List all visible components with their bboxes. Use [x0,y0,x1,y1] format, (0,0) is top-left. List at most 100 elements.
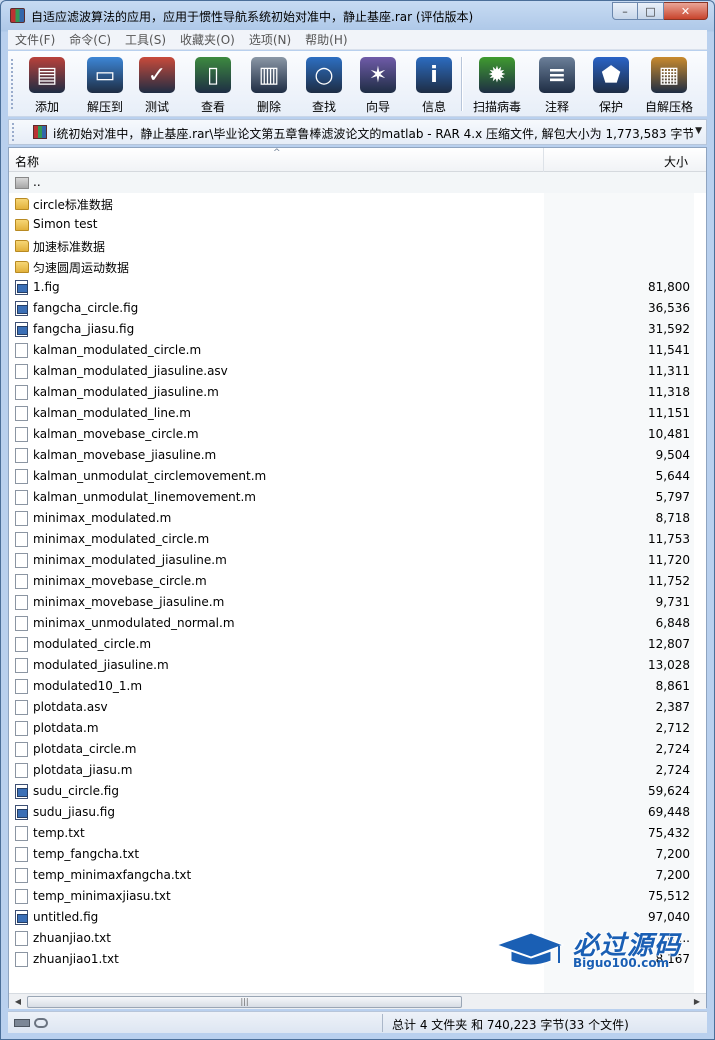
address-dropdown-icon[interactable]: ▼ [695,126,702,136]
file-name: kalman_modulated_line.m [33,406,191,420]
file-row[interactable]: plotdata_circle.m 2,724 [9,739,706,760]
book-view-icon: ▯ [195,57,231,93]
key-icon[interactable] [34,1018,48,1028]
file-row[interactable]: temp_minimaxfangcha.txt 7,200 [9,865,706,886]
file-size: 2,387 [655,700,690,714]
winrar-app-icon[interactable] [10,8,25,23]
minimize-button[interactable]: – [612,2,638,20]
close-button[interactable]: ✕ [664,2,708,20]
toolbar-button-1[interactable]: ▤ 添加 [18,55,76,114]
folder-row[interactable]: 匀速圆周运动数据 [9,256,706,277]
file-size: 5,644 [655,469,690,483]
toolbar-button-11[interactable]: ⬟ 保护 [582,55,640,114]
file-name: fangcha_jiasu.fig [33,322,135,336]
menu-favorites[interactable]: 收藏夹(O) [173,31,242,48]
file-row[interactable]: kalman_movebase_circle.m 10,481 [9,424,706,445]
toolbar-button-3[interactable]: ✓ 测试 [128,55,186,114]
file-row[interactable]: modulated_jiasuline.m 13,028 [9,655,706,676]
file-row[interactable]: kalman_unmodulat_linemovement.m 5,797 [9,487,706,508]
file-row[interactable]: plotdata.m 2,712 [9,718,706,739]
toolbar-button-label: 查看 [200,100,225,114]
toolbar-button-9[interactable]: ✹ 扫描病毒 [468,55,526,114]
document-icon [15,679,28,694]
file-row[interactable]: minimax_modulated.m 8,718 [9,508,706,529]
maximize-button[interactable]: □ [638,2,664,20]
column-name-header[interactable]: 名称 ^ [9,148,544,172]
status-bar: 总计 4 文件夹 和 740,223 字节(33 个文件) [8,1011,707,1033]
horizontal-scrollbar[interactable]: ◀ ||| ▶ [9,993,706,1009]
file-row[interactable]: kalman_movebase_jiasuline.m 9,504 [9,445,706,466]
column-size-header[interactable]: 大小 [544,148,694,172]
menu-options[interactable]: 选项(N) [242,31,298,48]
toolbar-button-4[interactable]: ▯ 查看 [184,55,242,114]
file-row[interactable]: sudu_circle.fig 59,624 [9,781,706,802]
file-row[interactable]: minimax_modulated_circle.m 11,753 [9,529,706,550]
scroll-thumb[interactable]: ||| [27,996,462,1008]
file-row[interactable]: modulated_circle.m 12,807 [9,634,706,655]
toolbar-button-5[interactable]: ▥ 删除 [240,55,298,114]
file-row[interactable]: fangcha_circle.fig 36,536 [9,298,706,319]
folder-row[interactable]: 加速标准数据 [9,235,706,256]
winrar-window: 自适应滤波算法的应用，应用于惯性导航系统初始对准中，静止基座.rar (评估版本… [0,0,715,1040]
title-bar[interactable]: 自适应滤波算法的应用，应用于惯性导航系统初始对准中，静止基座.rar (评估版本… [1,1,714,30]
scroll-left-icon[interactable]: ◀ [11,996,25,1008]
toolbar-button-10[interactable]: ≡ 注释 [528,55,586,114]
trash-icon: ▥ [251,57,287,93]
file-name: fangcha_circle.fig [33,301,139,315]
file-row[interactable]: kalman_unmodulat_circlemovement.m 5,644 [9,466,706,487]
file-rows: .. circle标准数据 Simon test 加速标准数据 匀速圆周运动数据 1.fi… [9,172,706,970]
toolbar-button-7[interactable]: ✶ 向导 [349,55,407,114]
folder-row[interactable]: circle标准数据 [9,193,706,214]
file-row[interactable]: kalman_modulated_jiasuline.asv 11,311 [9,361,706,382]
address-path[interactable]: i统初始对准中，静止基座.rar\毕业论文第五章鲁棒滤波论文的matlab - … [53,125,693,142]
file-name: plotdata_circle.m [33,742,137,756]
file-row[interactable]: minimax_movebase_circle.m 11,752 [9,571,706,592]
file-row[interactable]: plotdata_jiasu.m 2,724 [9,760,706,781]
file-row[interactable]: kalman_modulated_line.m 11,151 [9,403,706,424]
menu-command[interactable]: 命令(C) [62,31,118,48]
file-row[interactable]: kalman_modulated_circle.m 11,541 [9,340,706,361]
figure-file-icon [15,910,28,925]
file-size: 11,318 [648,385,690,399]
toolbar-button-2[interactable]: ▭ 解压到 [76,55,134,114]
menu-help[interactable]: 帮助(H) [298,31,354,48]
toolbar-button-12[interactable]: ▦ 自解压格 [640,55,698,114]
file-size: 81,800 [648,280,690,294]
file-row[interactable]: temp_minimaxjiasu.txt 75,512 [9,886,706,907]
file-row[interactable]: minimax_movebase_jiasuline.m 9,731 [9,592,706,613]
file-size: 9,731 [655,595,690,609]
folder-row[interactable]: Simon test [9,214,706,235]
menu-tools[interactable]: 工具(S) [118,31,173,48]
menu-file[interactable]: 文件(F) [8,31,62,48]
sfx-box-icon: ▦ [651,57,687,93]
address-bar[interactable]: i统初始对准中，静止基座.rar\毕业论文第五章鲁棒滤波论文的matlab - … [8,119,707,145]
file-row[interactable]: modulated10_1.m 8,861 [9,676,706,697]
file-name: minimax_unmodulated_normal.m [33,616,235,630]
document-icon [15,658,28,673]
disk-icon[interactable] [14,1019,30,1027]
folder-row[interactable]: .. [9,172,706,193]
file-row[interactable]: minimax_unmodulated_normal.m 6,848 [9,613,706,634]
document-icon [15,952,28,967]
scroll-right-icon[interactable]: ▶ [690,996,704,1008]
addressbar-grip[interactable] [12,123,15,141]
file-row[interactable]: fangcha_jiasu.fig 31,592 [9,319,706,340]
toolbar-button-6[interactable]: ○ 查找 [295,55,353,114]
file-name: kalman_modulated_jiasuline.m [33,385,219,399]
document-icon [15,448,28,463]
file-row[interactable]: temp_fangcha.txt 7,200 [9,844,706,865]
shield-icon: ⬟ [593,57,629,93]
file-row[interactable]: minimax_modulated_jiasuline.m 11,720 [9,550,706,571]
file-row[interactable]: 1.fig 81,800 [9,277,706,298]
toolbar-grip[interactable] [11,59,14,109]
file-row[interactable]: plotdata.asv 2,387 [9,697,706,718]
file-row[interactable]: temp.txt 75,432 [9,823,706,844]
file-size: 69,448 [648,805,690,819]
file-row[interactable]: sudu_jiasu.fig 69,448 [9,802,706,823]
file-name: kalman_modulated_circle.m [33,343,202,357]
document-icon [15,553,28,568]
file-size: 11,311 [648,364,690,378]
file-name: temp_minimaxfangcha.txt [33,868,192,882]
file-row[interactable]: kalman_modulated_jiasuline.m 11,318 [9,382,706,403]
toolbar-button-8[interactable]: i 信息 [405,55,463,114]
